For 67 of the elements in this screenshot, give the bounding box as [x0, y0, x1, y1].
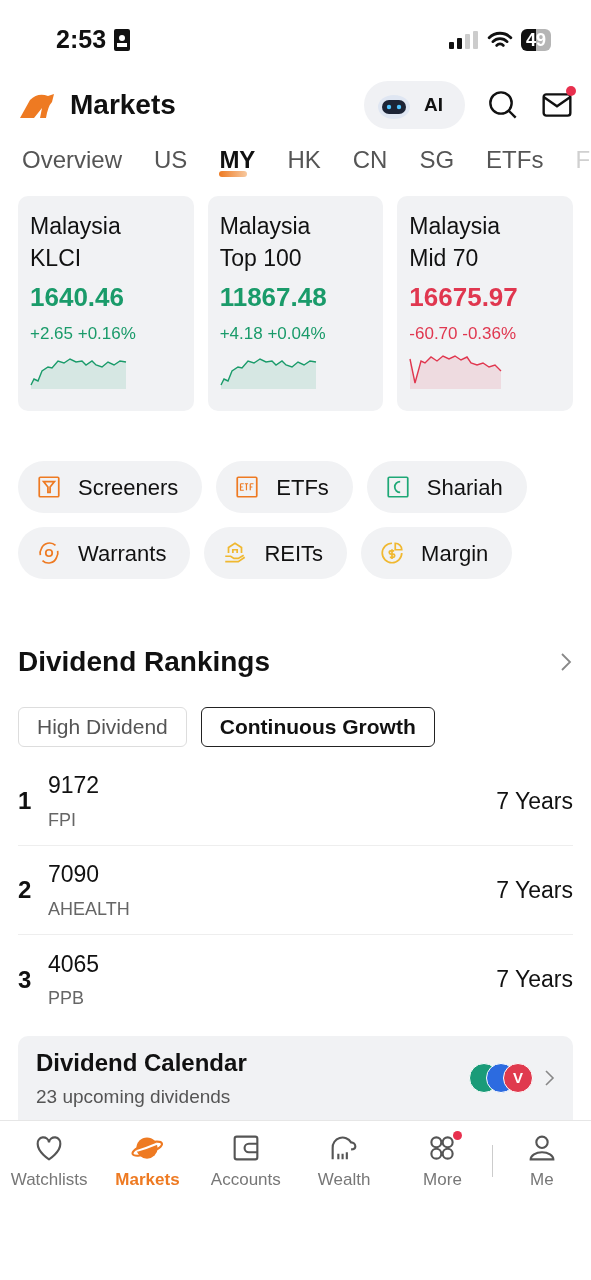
market-tab[interactable]: Overview — [22, 142, 123, 178]
nav-tab[interactable]: Accounts — [196, 1131, 295, 1193]
market-tab[interactable]: SG — [419, 142, 455, 178]
filter-chip[interactable]: High Dividend — [18, 707, 187, 747]
calendar-subtitle: 23 upcoming dividends — [36, 1084, 232, 1109]
etf-icon — [234, 474, 261, 500]
index-change: -60.70 -0.36% — [409, 323, 518, 345]
stock-name: PPB — [48, 987, 86, 1011]
market-tab[interactable]: ETFs — [486, 142, 544, 178]
signal-icon — [448, 31, 479, 49]
ring-icon — [36, 540, 62, 566]
chevron-icon[interactable] — [543, 1068, 555, 1088]
section-title: Dividend Rankings — [18, 645, 271, 679]
years-count: 7 Years — [496, 965, 573, 995]
index-price: 16675.97 — [409, 281, 519, 314]
index-change: +2.65 +0.16% — [30, 323, 137, 345]
index-name: Malaysia KLCI — [30, 212, 122, 273]
market-tab[interactable]: CN — [352, 142, 388, 178]
index-price: 1640.46 — [30, 281, 125, 314]
index-price: 11867.48 — [219, 281, 328, 314]
stock-code: 7090 — [48, 860, 101, 890]
search-icon[interactable] — [487, 89, 519, 121]
page-title: Markets — [70, 88, 176, 122]
ranking-row[interactable]: 2 7090 AHEALTH 7 Years — [18, 846, 573, 935]
stock-code: 9172 — [48, 771, 101, 801]
badge-icon — [114, 29, 131, 51]
shortcut-chip[interactable]: REITs — [204, 527, 348, 579]
years-count: 7 Years — [496, 786, 573, 816]
stock-name: AHEALTH — [48, 897, 131, 921]
shortcut-chip[interactable]: Warrants — [18, 527, 191, 579]
market-tab[interactable]: HK — [287, 142, 321, 178]
index-card[interactable]: Malaysia Mid 70 16675.97 -60.70 -0.36% — [397, 196, 573, 411]
chevron-icon[interactable] — [559, 651, 573, 673]
status-time: 2:53 — [56, 24, 107, 56]
stock-name: FPI — [48, 808, 77, 832]
shortcut-chip[interactable]: Screeners — [18, 461, 203, 513]
ranking-row[interactable]: 3 4065 PPB 7 Years — [18, 935, 573, 1024]
rank-number: 1 — [18, 786, 33, 816]
index-card[interactable]: Malaysia KLCI 1640.46 +2.65 +0.16% — [18, 196, 194, 411]
nav-tab[interactable]: Wealth — [295, 1131, 394, 1193]
index-card[interactable]: Malaysia Top 100 11867.48 +4.18 +0.04% — [207, 196, 384, 411]
nav-tab[interactable]: More — [393, 1131, 492, 1193]
index-name: Malaysia Top 100 — [219, 212, 312, 273]
shortcut-chip[interactable]: Margin — [361, 527, 513, 579]
index-name: Malaysia Mid 70 — [409, 212, 502, 273]
coin-icon — [379, 540, 406, 566]
shortcut-chip[interactable]: ETFs — [216, 461, 353, 513]
rank-number: 3 — [18, 964, 33, 995]
shortcut-chip[interactable]: Shariah — [366, 461, 527, 513]
calendar-title: Dividend Calendar — [36, 1047, 247, 1078]
moon-icon — [384, 474, 411, 500]
rank-number: 2 — [18, 875, 33, 905]
stock-code: 4065 — [48, 949, 101, 979]
stock-avatar: V — [503, 1063, 533, 1093]
calendar-card[interactable]: Dividend Calendar 23 upcoming dividends V — [18, 1036, 573, 1120]
ai-button[interactable]: AI — [364, 81, 465, 129]
filter-chip[interactable]: Continuous Growth — [200, 707, 435, 747]
ranking-row[interactable]: 1 9172 FPI 7 Years — [18, 757, 573, 846]
nav-tab[interactable]: Watchlists — [0, 1131, 99, 1193]
nav-tab[interactable]: Me — [492, 1131, 591, 1193]
years-count: 7 Years — [496, 875, 573, 905]
filter-icon — [36, 474, 62, 500]
market-tab[interactable]: MY — [219, 142, 256, 178]
market-tab[interactable]: US — [154, 142, 188, 178]
index-change: +4.18 +0.04% — [219, 323, 327, 345]
wifi-icon — [486, 30, 513, 50]
battery-level: 49 — [520, 29, 551, 51]
